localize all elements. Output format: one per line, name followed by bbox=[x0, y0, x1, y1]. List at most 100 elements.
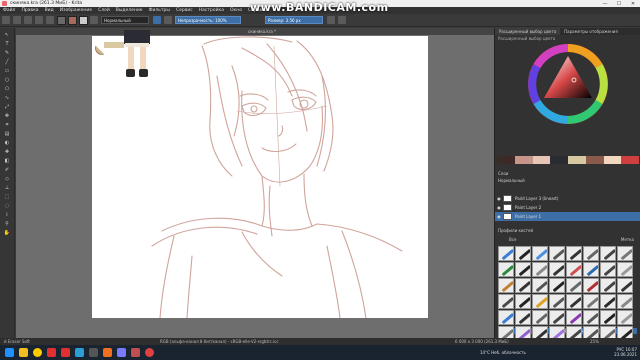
brush-preset[interactable] bbox=[600, 278, 616, 293]
brush-preset[interactable] bbox=[583, 294, 599, 309]
new-document-icon[interactable] bbox=[2, 16, 10, 24]
menu-tools[interactable]: Сервис bbox=[176, 8, 193, 13]
pan-tool-icon[interactable]: ✋ bbox=[3, 230, 11, 237]
gradient-tool-icon[interactable]: ▤ bbox=[3, 131, 11, 138]
smart-patch-icon[interactable]: ✚ bbox=[3, 149, 11, 156]
brush-preset[interactable] bbox=[549, 246, 565, 261]
brush-preset[interactable] bbox=[532, 246, 548, 261]
brush-preset[interactable] bbox=[600, 310, 616, 325]
brush-preset[interactable] bbox=[583, 262, 599, 277]
menu-settings[interactable]: Настройка bbox=[199, 8, 224, 13]
transform-tool-icon[interactable]: ⤢ bbox=[3, 104, 11, 111]
eyedropper-icon[interactable]: ✐ bbox=[3, 167, 11, 174]
app-icon[interactable] bbox=[89, 348, 98, 357]
pattern-swatch[interactable] bbox=[79, 15, 88, 25]
redo-icon[interactable] bbox=[46, 16, 54, 24]
brush-preset[interactable] bbox=[549, 278, 565, 293]
select-shapes-icon[interactable]: ↖ bbox=[3, 32, 11, 39]
app-icon[interactable] bbox=[47, 348, 56, 357]
brush-preset-icon[interactable] bbox=[90, 16, 98, 24]
brush-preset[interactable] bbox=[532, 294, 548, 309]
brush-preset[interactable] bbox=[549, 310, 565, 325]
brush-preset[interactable] bbox=[583, 278, 599, 293]
brush-preset[interactable] bbox=[566, 310, 582, 325]
crop-tool-icon[interactable]: ⌗ bbox=[3, 122, 11, 129]
brush-preset[interactable] bbox=[498, 278, 514, 293]
opacity-slider[interactable]: Непрозрачность: 100% bbox=[175, 16, 241, 24]
eye-icon[interactable]: ● bbox=[495, 214, 503, 219]
eye-icon[interactable]: ● bbox=[495, 196, 503, 201]
foreground-color-swatch[interactable] bbox=[68, 15, 77, 25]
layer-row[interactable]: ● Paint Layer 2 bbox=[495, 203, 640, 212]
eye-icon[interactable]: ● bbox=[495, 205, 503, 210]
tray-clock[interactable]: РУС 16:07 23.06.2021 bbox=[614, 347, 637, 357]
bandicam-taskbar-icon[interactable] bbox=[145, 348, 154, 357]
line-tool-icon[interactable]: ╱ bbox=[3, 59, 11, 66]
brush-preset[interactable] bbox=[515, 294, 531, 309]
brush-preset[interactable] bbox=[532, 262, 548, 277]
app-icon[interactable] bbox=[103, 348, 112, 357]
brush-preset[interactable] bbox=[583, 310, 599, 325]
rectangle-tool-icon[interactable]: ▭ bbox=[3, 68, 11, 75]
blend-mode-select[interactable]: Нормальный bbox=[101, 16, 149, 24]
brush-preset[interactable] bbox=[498, 310, 514, 325]
status-zoom[interactable]: 25% bbox=[590, 339, 599, 344]
colorize-mask-icon[interactable]: ◐ bbox=[3, 140, 11, 147]
zoom-tool-icon[interactable]: ⚲ bbox=[3, 221, 11, 228]
layers-blend-mode[interactable]: Нормальный bbox=[498, 178, 525, 183]
minimize-button[interactable]: — bbox=[598, 0, 612, 7]
mirror-horizontal-icon[interactable] bbox=[327, 16, 335, 24]
brush-preset[interactable] bbox=[617, 310, 633, 325]
rect-select-icon[interactable]: ⬚ bbox=[3, 194, 11, 201]
brush-preset[interactable] bbox=[515, 262, 531, 277]
path-tool-icon[interactable]: ∿ bbox=[3, 95, 11, 102]
brush-preset[interactable] bbox=[532, 310, 548, 325]
brush-preset[interactable] bbox=[498, 246, 514, 261]
recent-color-swatch[interactable] bbox=[497, 156, 515, 164]
ellipse-tool-icon[interactable]: ○ bbox=[3, 77, 11, 84]
brush-preset[interactable] bbox=[498, 262, 514, 277]
brush-preset[interactable] bbox=[515, 246, 531, 261]
measure-tool-icon[interactable]: ⟂ bbox=[3, 185, 11, 192]
brush-preset[interactable] bbox=[515, 278, 531, 293]
brush-preset[interactable] bbox=[566, 294, 582, 309]
gradient-swatch[interactable] bbox=[57, 15, 66, 25]
open-document-icon[interactable] bbox=[13, 16, 21, 24]
polygon-tool-icon[interactable]: ⬠ bbox=[3, 86, 11, 93]
brush-preset[interactable] bbox=[617, 278, 633, 293]
freehand-select-icon[interactable]: ⌇ bbox=[3, 212, 11, 219]
menu-window[interactable]: Окно bbox=[230, 8, 242, 13]
menu-image[interactable]: Изображение bbox=[60, 8, 92, 13]
menu-view[interactable]: Вид bbox=[45, 8, 54, 13]
brush-preset[interactable] bbox=[617, 262, 633, 277]
recent-color-swatch[interactable] bbox=[621, 156, 639, 164]
krita-taskbar-icon[interactable] bbox=[131, 348, 140, 357]
ellipse-select-icon[interactable]: ◌ bbox=[3, 203, 11, 210]
layer-row[interactable]: ● Paint Layer 3 (lineart) bbox=[495, 194, 640, 203]
alpha-lock-icon[interactable] bbox=[164, 16, 172, 24]
brush-preset[interactable] bbox=[566, 262, 582, 277]
maximize-button[interactable]: ☐ bbox=[612, 0, 626, 7]
brush-preset[interactable] bbox=[583, 246, 599, 261]
assistant-tool-icon[interactable]: ◇ bbox=[3, 176, 11, 183]
tab-display-settings[interactable]: Параметры отображения bbox=[560, 28, 622, 35]
text-tool-icon[interactable]: T bbox=[3, 41, 11, 48]
recent-color-swatch[interactable] bbox=[603, 156, 622, 164]
size-slider[interactable]: Размер: 3.56 px bbox=[265, 16, 323, 24]
brush-preset[interactable] bbox=[549, 294, 565, 309]
menu-edit[interactable]: Правка bbox=[21, 8, 38, 13]
close-button[interactable]: ✕ bbox=[626, 0, 640, 7]
file-explorer-icon[interactable] bbox=[19, 348, 28, 357]
brush-preset[interactable] bbox=[566, 278, 582, 293]
telegram-icon[interactable] bbox=[75, 348, 84, 357]
color-wheel[interactable] bbox=[528, 44, 608, 124]
app-icon[interactable] bbox=[117, 348, 126, 357]
brush-preset[interactable] bbox=[600, 262, 616, 277]
brush-preset[interactable] bbox=[600, 246, 616, 261]
brush-preset[interactable] bbox=[566, 246, 582, 261]
move-tool-icon[interactable]: ✥ bbox=[3, 113, 11, 120]
brush-preset[interactable] bbox=[600, 294, 616, 309]
recent-color-swatch[interactable] bbox=[585, 156, 604, 164]
save-icon[interactable] bbox=[24, 16, 32, 24]
brush-preset[interactable] bbox=[515, 310, 531, 325]
